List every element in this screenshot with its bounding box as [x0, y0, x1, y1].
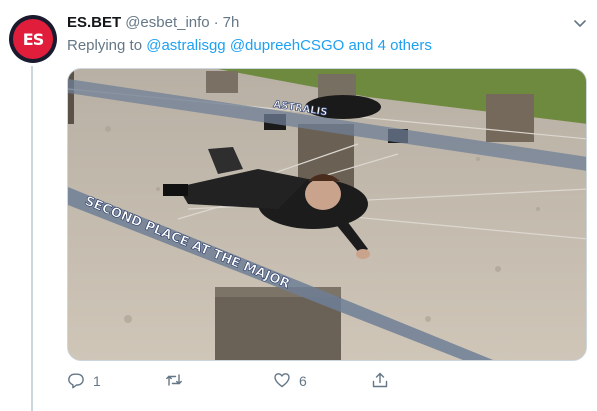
mention-link[interactable]: @astralisgg: [146, 37, 225, 54]
separator-dot: ·: [213, 14, 219, 31]
reply-button[interactable]: 1: [67, 370, 165, 392]
reply-icon: [67, 371, 85, 392]
heart-icon: [273, 371, 291, 392]
replying-to-label: Replying to: [67, 37, 143, 54]
replying-to: Replying to @astralisgg @dupreehCSGO and…: [67, 37, 432, 54]
display-name[interactable]: ES.BET: [67, 14, 121, 31]
wooden-post: [486, 94, 534, 142]
tweet-header: ES.BET @esbet_info · 7h: [67, 14, 239, 34]
reply-count: 1: [93, 373, 101, 389]
chevron-down-icon[interactable]: [572, 15, 588, 31]
retweet-icon: [165, 371, 183, 392]
thread-line: [31, 66, 33, 411]
wooden-post: [206, 71, 238, 93]
tweet-actions: 1 6: [67, 370, 389, 392]
user-handle[interactable]: @esbet_info: [125, 14, 209, 31]
retweet-button[interactable]: [165, 370, 273, 392]
mention-link[interactable]: @dupreehCSGO: [230, 37, 344, 54]
tweet-image[interactable]: ASTRALIS SECOND PLACE AT THE MAJOR: [67, 68, 587, 361]
others-link[interactable]: and 4 others: [348, 37, 431, 54]
avatar-logo: ES: [13, 19, 53, 59]
avatar-logo-text: ES: [22, 29, 44, 49]
like-button[interactable]: 6: [273, 370, 371, 392]
like-count: 6: [299, 373, 307, 389]
avatar[interactable]: ES: [9, 15, 57, 63]
meme-image: ASTRALIS SECOND PLACE AT THE MAJOR: [68, 69, 586, 360]
share-icon: [371, 371, 389, 392]
timestamp[interactable]: 7h: [223, 14, 240, 31]
share-button[interactable]: [371, 370, 389, 392]
